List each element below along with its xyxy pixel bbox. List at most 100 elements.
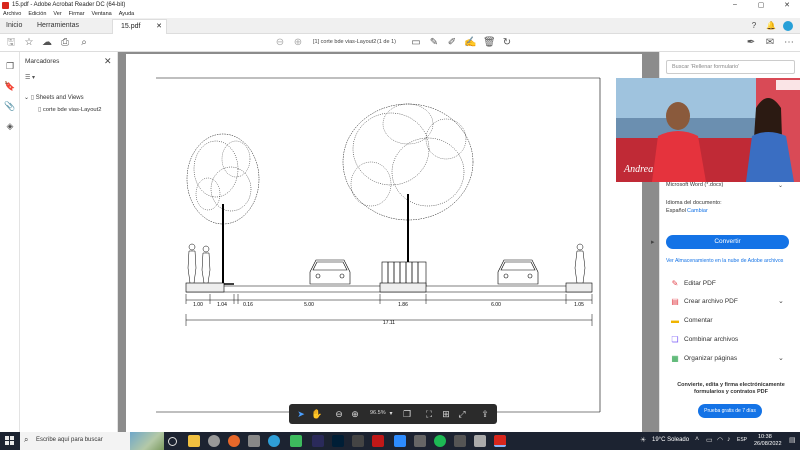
bookmarks-icon[interactable]: 🔖 — [4, 80, 16, 92]
hand-tool-icon[interactable]: ✋ — [311, 408, 323, 420]
convert-button[interactable]: Convertir — [666, 235, 789, 249]
chevron-down-icon[interactable]: ⌄ — [778, 297, 784, 305]
free-trial-button[interactable]: Prueba gratis de 7 días — [698, 404, 762, 418]
clock-time[interactable]: 10:38 — [758, 434, 772, 440]
tab-home[interactable]: Inicio — [6, 18, 22, 34]
network-icon[interactable]: ▭ — [706, 436, 713, 444]
fit-width-icon[interactable]: ⊞ — [440, 408, 452, 420]
layers-icon[interactable]: ◈ — [4, 120, 16, 132]
search-icon[interactable]: ⌕ — [78, 37, 90, 49]
news-widget-image[interactable] — [130, 432, 164, 450]
notifications-icon[interactable]: ▤ — [789, 436, 796, 444]
rotate-icon[interactable]: ↻ — [501, 37, 513, 49]
pen-tool-icon[interactable]: ✎ — [428, 37, 440, 49]
spotify-icon[interactable] — [434, 435, 446, 447]
chevron-down-icon[interactable]: ⌄ — [778, 354, 784, 362]
app-icon[interactable] — [248, 435, 260, 447]
road-ground — [185, 282, 593, 293]
maximize-button[interactable]: ▢ — [748, 1, 774, 9]
collapse-right-panel-icon[interactable]: ▸ — [651, 238, 655, 246]
stamp-tool-icon[interactable]: ✍ — [464, 37, 476, 49]
share-icon[interactable]: ⇪ — [479, 408, 491, 420]
page-label[interactable]: [1] corte bde vias-Layout2 — [313, 39, 376, 45]
tab-tools[interactable]: Herramientas — [37, 18, 79, 34]
firefox-icon[interactable] — [228, 435, 240, 447]
more-options-icon[interactable]: ⋯ — [783, 37, 795, 49]
menu-edicion[interactable]: Edición — [28, 11, 46, 17]
fit-page-icon[interactable]: ⛶ — [423, 408, 435, 420]
tool-organize-pages[interactable]: ▦ Organizar páginas ⌄ — [668, 352, 798, 368]
chrome-icon[interactable] — [208, 435, 220, 447]
tools-search-input[interactable]: Buscar 'Rellenar formulario' — [666, 60, 795, 74]
photoshop-icon[interactable] — [332, 435, 344, 447]
app-icon[interactable] — [474, 435, 486, 447]
change-language-link[interactable]: Cambiar — [687, 208, 708, 214]
sign-icon[interactable]: ✒ — [745, 37, 757, 49]
menu-firmar[interactable]: Firmar — [69, 11, 85, 17]
page-thumbnails-icon[interactable]: ❐ — [4, 60, 16, 72]
menu-ventana[interactable]: Ventana — [92, 11, 112, 17]
weather-text[interactable]: 19°C Soleado — [652, 437, 689, 443]
cloud-storage-link[interactable]: Ver Almacenamiento en la nube de Adobe a… — [666, 258, 796, 264]
upload-cloud-icon[interactable]: ☁ — [41, 37, 53, 49]
highlight-tool-icon[interactable]: ✐ — [446, 37, 458, 49]
menu-ayuda[interactable]: Ayuda — [119, 11, 135, 17]
notifications-bell-icon[interactable]: 🔔 — [766, 21, 776, 31]
zoom-out-icon[interactable]: ⊖ — [333, 408, 345, 420]
clock-date[interactable]: 26/08/2022 — [754, 441, 782, 447]
premiere-icon[interactable] — [312, 435, 324, 447]
app-icon[interactable] — [414, 435, 426, 447]
close-window-button[interactable]: ✕ — [774, 1, 800, 9]
close-tab-icon[interactable]: ✕ — [156, 20, 162, 34]
acrobat-taskbar-icon[interactable] — [494, 435, 506, 447]
select-cursor-icon[interactable]: ➤ — [295, 408, 307, 420]
zoom-dropdown-chevron-icon[interactable]: ▾ — [385, 408, 397, 420]
tool-comment[interactable]: ▬ Comentar — [668, 314, 798, 330]
tool-edit-pdf[interactable]: ✎ Editar PDF — [668, 277, 798, 293]
print-icon[interactable]: ⎙ — [59, 37, 71, 49]
menu-ver[interactable]: Ver — [53, 11, 61, 17]
help-icon[interactable]: ? — [749, 21, 759, 31]
file-explorer-icon[interactable] — [188, 435, 200, 447]
bookmark-star-icon[interactable]: ☆ — [23, 37, 35, 49]
app-icon[interactable] — [454, 435, 466, 447]
menu-archivo[interactable]: Archivo — [3, 11, 21, 17]
document-viewport[interactable]: 1.00 1.04 0.16 5.00 1.86 6.00 1.05 17.11 — [118, 52, 659, 432]
email-icon[interactable]: ✉ — [764, 37, 776, 49]
left-navigation-rail: ❐ 🔖 📎 ◈ — [0, 52, 20, 432]
page-view-icon[interactable]: ❐ — [401, 408, 413, 420]
wifi-icon[interactable]: ◠ — [717, 436, 723, 444]
close-panel-icon[interactable]: ✕ — [104, 56, 112, 67]
app-icon[interactable] — [352, 435, 364, 447]
autocad-icon[interactable] — [372, 435, 384, 447]
bookmark-item-layout[interactable]: ▯ corte bde vias-Layout2 — [38, 107, 101, 113]
attachments-icon[interactable]: 📎 — [4, 100, 16, 112]
tray-chevron-icon[interactable]: ˄ — [695, 436, 699, 443]
volume-icon[interactable]: ♪ — [727, 436, 731, 443]
edge-icon[interactable] — [268, 435, 280, 447]
avatar[interactable] — [783, 21, 793, 31]
chevron-down-icon[interactable]: ⌄ — [778, 182, 783, 189]
zoom-level[interactable]: 96.5% — [370, 410, 386, 416]
bookmark-options-dropdown[interactable]: ☰ ▾ — [25, 74, 35, 81]
next-page-icon[interactable]: ⊕ — [292, 37, 304, 49]
tool-create-pdf[interactable]: ▤ Crear archivo PDF ⌄ — [668, 295, 798, 311]
weather-sun-icon: ☀ — [640, 437, 647, 444]
save-icon[interactable]: 🖫 — [5, 37, 17, 49]
taskbar-search-input[interactable]: ⌕ Escribe aquí para buscar — [20, 432, 130, 450]
delete-icon[interactable]: 🗑 — [483, 37, 496, 49]
input-language[interactable]: ESP — [737, 437, 747, 443]
whatsapp-icon[interactable] — [290, 435, 302, 447]
tool-combine-files[interactable]: ❏ Combinar archivos — [668, 333, 798, 349]
full-screen-icon[interactable]: ⤢ — [456, 408, 468, 420]
zoom-in-icon[interactable]: ⊕ — [349, 408, 361, 420]
comment-tool-icon[interactable]: ▭ — [410, 37, 422, 49]
minimize-button[interactable]: – — [722, 1, 748, 9]
bookmark-item-sheets[interactable]: ⌄ ▯ Sheets and Views — [24, 94, 84, 101]
tab-document[interactable]: 15.pdf ✕ — [112, 19, 167, 34]
zoom-icon[interactable] — [394, 435, 406, 447]
task-view-icon[interactable] — [168, 437, 177, 446]
previous-page-icon[interactable]: ⊖ — [274, 37, 286, 49]
windows-start-icon[interactable] — [5, 436, 15, 446]
format-select[interactable]: Microsoft Word (*.docx) — [666, 182, 723, 188]
